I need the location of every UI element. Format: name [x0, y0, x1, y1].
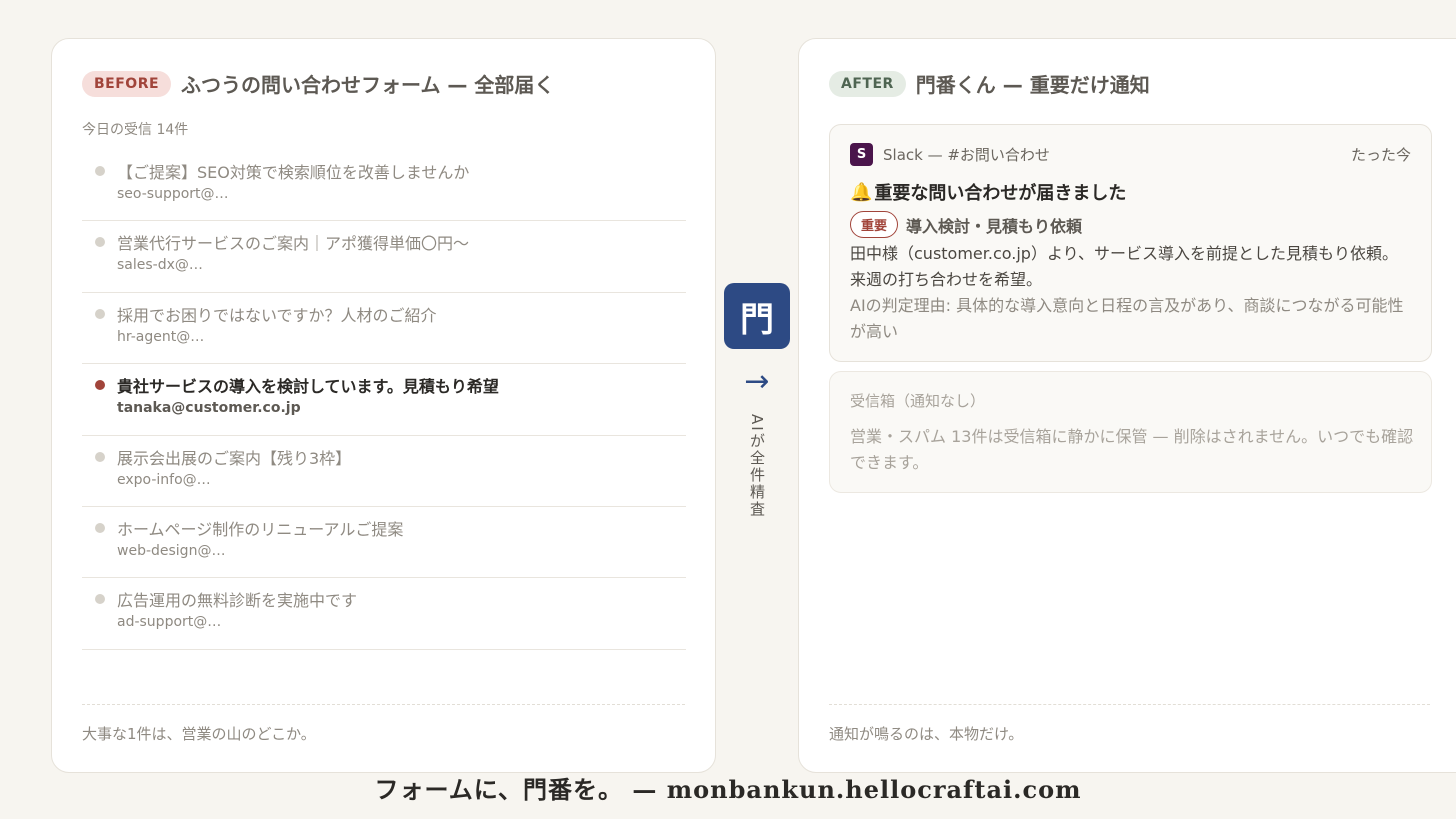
flow-label: AIが全件精査	[748, 414, 766, 518]
mail-list: 【ご提案】SEO対策で検索順位を改善しませんか seo-support@… 営業代行…	[82, 150, 686, 650]
mail-subject: 広告運用の無料診断を実施中です	[117, 591, 358, 611]
before-panel: BEFORE ふつうの問い合わせフォーム — 全部届く 今日の受信 14件 【ご…	[51, 38, 716, 773]
notification-subject: 導入検討・見積もり依頼	[906, 216, 1083, 236]
notification-time: たった今	[1350, 146, 1411, 164]
mail-sender: web-design@…	[117, 542, 226, 559]
after-footer: 通知が鳴るのは、本物だけ。	[829, 704, 1430, 744]
mail-sender: tanaka@customer.co.jp	[117, 400, 301, 417]
mail-row[interactable]: 【ご提案】SEO対策で検索順位を改善しませんか seo-support@…	[82, 150, 686, 222]
slack-notification[interactable]: S Slack — #お問い合わせ たった今 🔔 重要な問い合わせが届きました …	[829, 124, 1432, 362]
inbox-title: 受信箱（通知なし）	[850, 392, 986, 410]
slack-header: S Slack — #お問い合わせ たった今	[850, 143, 1411, 166]
mail-row-important[interactable]: 貴社サービスの導入を検討しています。見積もり希望 tanaka@customer.…	[82, 364, 686, 436]
notification-title-row: 🔔 重要な問い合わせが届きました	[850, 179, 1126, 205]
bell-icon: 🔔	[850, 181, 873, 203]
status-dot-icon	[95, 166, 105, 176]
status-dot-icon	[95, 237, 105, 248]
mail-row[interactable]: 展示会出展のご案内【残り3枠】 expo-info@…	[82, 436, 686, 507]
inbox-card[interactable]: 受信箱（通知なし） 営業・スパム 13件は受信箱に静かに保管 — 削除はされませ…	[829, 371, 1432, 493]
received-count: 今日の受信 14件	[82, 122, 189, 138]
site-tagline: フォームに、門番を。 — monbankun.hellocraftai.com	[374, 775, 1082, 804]
slack-icon: S	[850, 143, 873, 166]
status-dot-icon	[95, 308, 105, 319]
status-dot-icon	[95, 451, 105, 462]
mail-sender: sales-dx@…	[117, 257, 203, 274]
inbox-body: 営業・スパム 13件は受信箱に静かに保管 — 削除はされません。いつでも確認でき…	[850, 427, 1414, 472]
status-dot-icon	[95, 594, 105, 605]
ai-reason: AIの判定理由: 具体的な導入意向と日程の言及があり、商談につながる可能性が高い	[850, 296, 1404, 341]
mail-sender: ad-support@…	[117, 614, 222, 631]
mail-subject: 営業代行サービスのご案内｜アポ獲得単価〇円〜	[117, 234, 470, 254]
mail-sender: hr-agent@…	[117, 328, 205, 345]
mail-sender: expo-info@…	[117, 471, 211, 488]
arrow-right-icon: →	[744, 364, 770, 399]
gate-icon: 門	[724, 283, 790, 349]
mail-row[interactable]: 営業代行サービスのご案内｜アポ獲得単価〇円〜 sales-dx@…	[82, 221, 686, 293]
before-badge: BEFORE	[82, 70, 172, 97]
before-title: ふつうの問い合わせフォーム — 全部届く	[181, 73, 555, 97]
mail-row[interactable]: 採用でお困りではないですか？人材のご紹介 hr-agent@…	[82, 293, 686, 365]
after-title: 門番くん — 重要だけ通知	[915, 73, 1150, 97]
before-footer: 大事な1件は、営業の山のどこか。	[82, 704, 685, 744]
before-header: BEFORE ふつうの問い合わせフォーム — 全部届く	[82, 69, 554, 98]
mail-sender: seo-support@…	[117, 186, 229, 202]
mail-row[interactable]: 広告運用の無料診断を実施中です ad-support@…	[82, 578, 686, 650]
slack-channel: Slack — #お問い合わせ	[883, 146, 1050, 164]
after-badge: AFTER	[829, 70, 906, 97]
status-dot-icon	[95, 380, 105, 391]
importance-tag: 重要	[850, 211, 899, 238]
notification-tag-row: 重要 導入検討・見積もり依頼	[850, 211, 1082, 238]
mail-subject: 【ご提案】SEO対策で検索順位を改善しませんか	[117, 163, 470, 182]
mail-subject: ホームページ制作のリニューアルご提案	[117, 519, 404, 539]
after-header: AFTER 門番くん — 重要だけ通知	[829, 69, 1150, 98]
after-panel: AFTER 門番くん — 重要だけ通知 S Slack — #お問い合わせ たっ…	[798, 38, 1456, 773]
status-dot-icon	[95, 522, 105, 533]
notification-title: 重要な問い合わせが届きました	[874, 183, 1127, 204]
mail-subject: 貴社サービスの導入を検討しています。見積もり希望	[117, 377, 499, 397]
mail-subject: 採用でお困りではないですか？人材のご紹介	[117, 305, 437, 325]
notification-body: 田中様（customer.co.jp）より、サービス導入を前提とした見積もり依頼…	[850, 244, 1398, 289]
mail-subject: 展示会出展のご案内【残り3枠】	[117, 448, 352, 468]
mail-row[interactable]: ホームページ制作のリニューアルご提案 web-design@…	[82, 507, 686, 579]
